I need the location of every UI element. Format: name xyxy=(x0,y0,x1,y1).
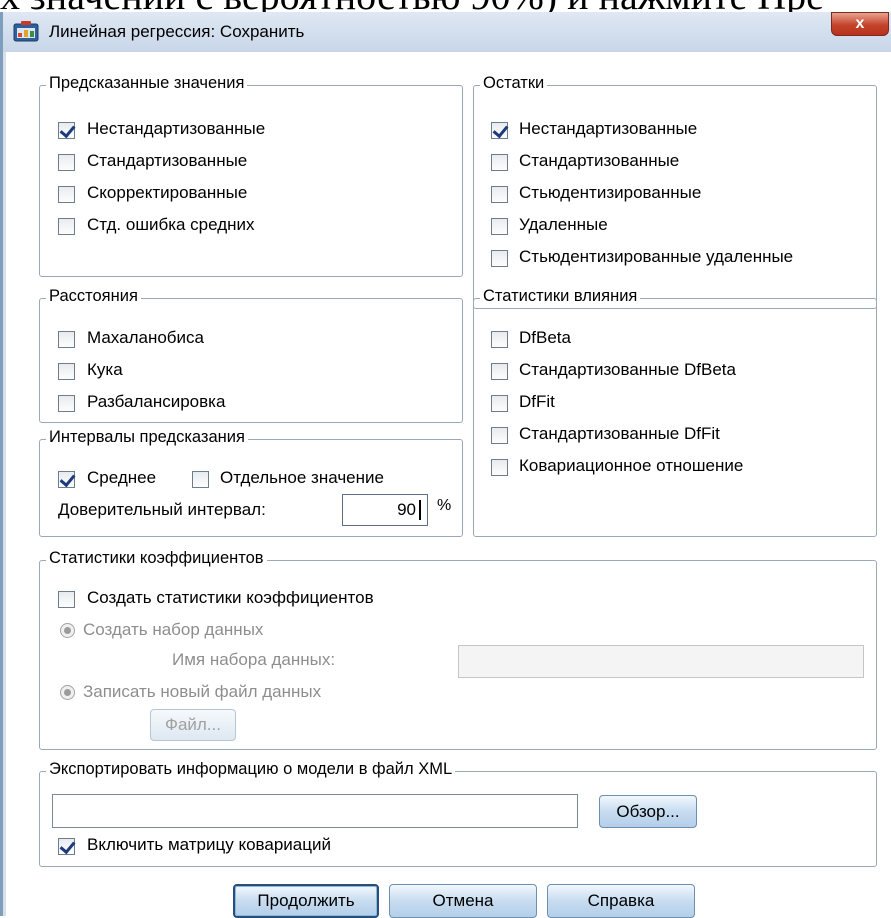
group-title-predicted: Предсказанные значения xyxy=(46,74,248,93)
group-title-export-xml: Экспортировать информацию о модели в фай… xyxy=(46,760,456,779)
browse-button[interactable]: Обзор... xyxy=(599,795,697,828)
label-distance-mahalanobis[interactable]: Махаланобиса xyxy=(87,328,204,348)
cancel-button[interactable]: Отмена xyxy=(389,884,537,918)
prediction-intervals-group: Интервалы предсказания Среднее Отдельное… xyxy=(39,428,463,537)
checkbox-residuals-studentized[interactable] xyxy=(491,186,508,203)
checkbox-distance-leverage[interactable] xyxy=(58,395,75,412)
checkbox-residuals-standardized[interactable] xyxy=(491,154,508,171)
checkbox-predicted-adjusted[interactable] xyxy=(58,186,75,203)
group-title-coefficients: Статистики коэффициентов xyxy=(46,549,267,568)
confidence-interval-label: Доверительный интервал: xyxy=(58,500,266,519)
group-title-intervals: Интервалы предсказания xyxy=(46,428,248,447)
help-button[interactable]: Справка xyxy=(547,884,695,918)
radio-create-dataset[interactable] xyxy=(60,623,75,638)
label-residuals-deleted[interactable]: Удаленные xyxy=(519,215,608,235)
checkbox-predicted-se-means[interactable] xyxy=(58,218,75,235)
predicted-values-group: Предсказанные значения Нестандартизованн… xyxy=(39,74,463,277)
label-influence-dfbeta[interactable]: DfBeta xyxy=(519,328,571,348)
label-create-dataset[interactable]: Создать набор данных xyxy=(83,620,263,640)
checkbox-distance-cooks[interactable] xyxy=(58,363,75,380)
checkbox-create-coefficient-stats[interactable] xyxy=(58,591,75,608)
checkbox-include-covariance-matrix[interactable] xyxy=(58,838,75,855)
dialog-title: Линейная регрессия: Сохранить xyxy=(49,22,305,41)
dialog-window: Линейная регрессия: Сохранить x Предсказ… xyxy=(0,12,891,918)
radio-write-new-file[interactable] xyxy=(60,685,75,700)
confidence-interval-input[interactable]: 90 xyxy=(342,494,428,526)
label-interval-individual[interactable]: Отдельное значение xyxy=(220,468,384,488)
checkbox-residuals-unstandardized[interactable] xyxy=(491,122,508,139)
export-xml-group: Экспортировать информацию о модели в фай… xyxy=(39,760,877,867)
checkbox-predicted-unstandardized[interactable] xyxy=(58,122,75,139)
label-influence-std-dffit[interactable]: Стандартизованные DfFit xyxy=(519,424,720,444)
influence-statistics-group: Статистики влияния DfBeta Стандартизован… xyxy=(473,287,877,537)
checkbox-influence-dfbeta[interactable] xyxy=(491,331,508,348)
checkbox-residuals-studentized-deleted[interactable] xyxy=(491,250,508,267)
distances-group: Расстояния Махаланобиса Кука Разбалансир… xyxy=(39,287,463,423)
title-bar[interactable]: Линейная регрессия: Сохранить x xyxy=(3,12,891,52)
checkbox-distance-mahalanobis[interactable] xyxy=(58,331,75,348)
group-title-residuals: Остатки xyxy=(480,74,548,93)
dialog-body: Предсказанные значения Нестандартизованн… xyxy=(6,52,891,918)
label-residuals-studentized[interactable]: Стьюдентизированные xyxy=(519,183,701,203)
label-distance-cooks[interactable]: Кука xyxy=(87,360,123,380)
checkbox-interval-mean[interactable] xyxy=(58,471,75,488)
label-residuals-standardized[interactable]: Стандартизованные xyxy=(519,151,679,171)
label-predicted-standardized[interactable]: Стандартизованные xyxy=(87,151,247,171)
checkbox-influence-std-dffit[interactable] xyxy=(491,427,508,444)
xml-file-path-input[interactable] xyxy=(52,794,578,828)
group-title-distances: Расстояния xyxy=(46,287,141,306)
label-distance-leverage[interactable]: Разбалансировка xyxy=(87,392,225,412)
dataset-name-label: Имя набора данных: xyxy=(172,650,336,669)
percent-sign: % xyxy=(437,497,452,514)
spss-app-icon xyxy=(13,21,39,42)
label-influence-covratio[interactable]: Ковариационное отношение xyxy=(519,456,743,476)
label-influence-std-dfbeta[interactable]: Стандартизованные DfBeta xyxy=(519,360,736,380)
checkbox-influence-dffit[interactable] xyxy=(491,395,508,412)
dataset-name-input[interactable] xyxy=(458,645,864,678)
checkbox-influence-std-dfbeta[interactable] xyxy=(491,363,508,380)
file-button[interactable]: Файл... xyxy=(150,709,236,741)
checkbox-influence-covratio[interactable] xyxy=(491,459,508,476)
label-residuals-studentized-deleted[interactable]: Стьюдентизированные удаленные xyxy=(519,247,793,267)
label-write-new-file[interactable]: Записать новый файл данных xyxy=(83,682,321,702)
continue-button[interactable]: Продолжить xyxy=(233,884,379,918)
label-predicted-se-means[interactable]: Стд. ошибка средних xyxy=(87,215,255,235)
label-create-coefficient-stats[interactable]: Создать статистики коэффициентов xyxy=(87,588,374,608)
label-interval-mean[interactable]: Среднее xyxy=(87,468,156,488)
confidence-interval-value: 90 xyxy=(397,500,421,520)
group-title-influence: Статистики влияния xyxy=(480,287,641,306)
close-button[interactable]: x xyxy=(831,12,889,36)
checkbox-interval-individual[interactable] xyxy=(192,471,209,488)
label-predicted-unstandardized[interactable]: Нестандартизованные xyxy=(87,119,265,139)
label-include-covariance-matrix[interactable]: Включить матрицу ковариаций xyxy=(87,835,331,855)
label-predicted-adjusted[interactable]: Скорректированные xyxy=(87,183,247,203)
residuals-group: Остатки Нестандартизованные Стандартизов… xyxy=(473,74,877,309)
label-residuals-unstandardized[interactable]: Нестандартизованные xyxy=(519,119,697,139)
label-influence-dffit[interactable]: DfFit xyxy=(519,392,555,412)
checkbox-residuals-deleted[interactable] xyxy=(491,218,508,235)
coefficient-statistics-group: Статистики коэффициентов Создать статист… xyxy=(39,549,877,750)
checkbox-predicted-standardized[interactable] xyxy=(58,154,75,171)
